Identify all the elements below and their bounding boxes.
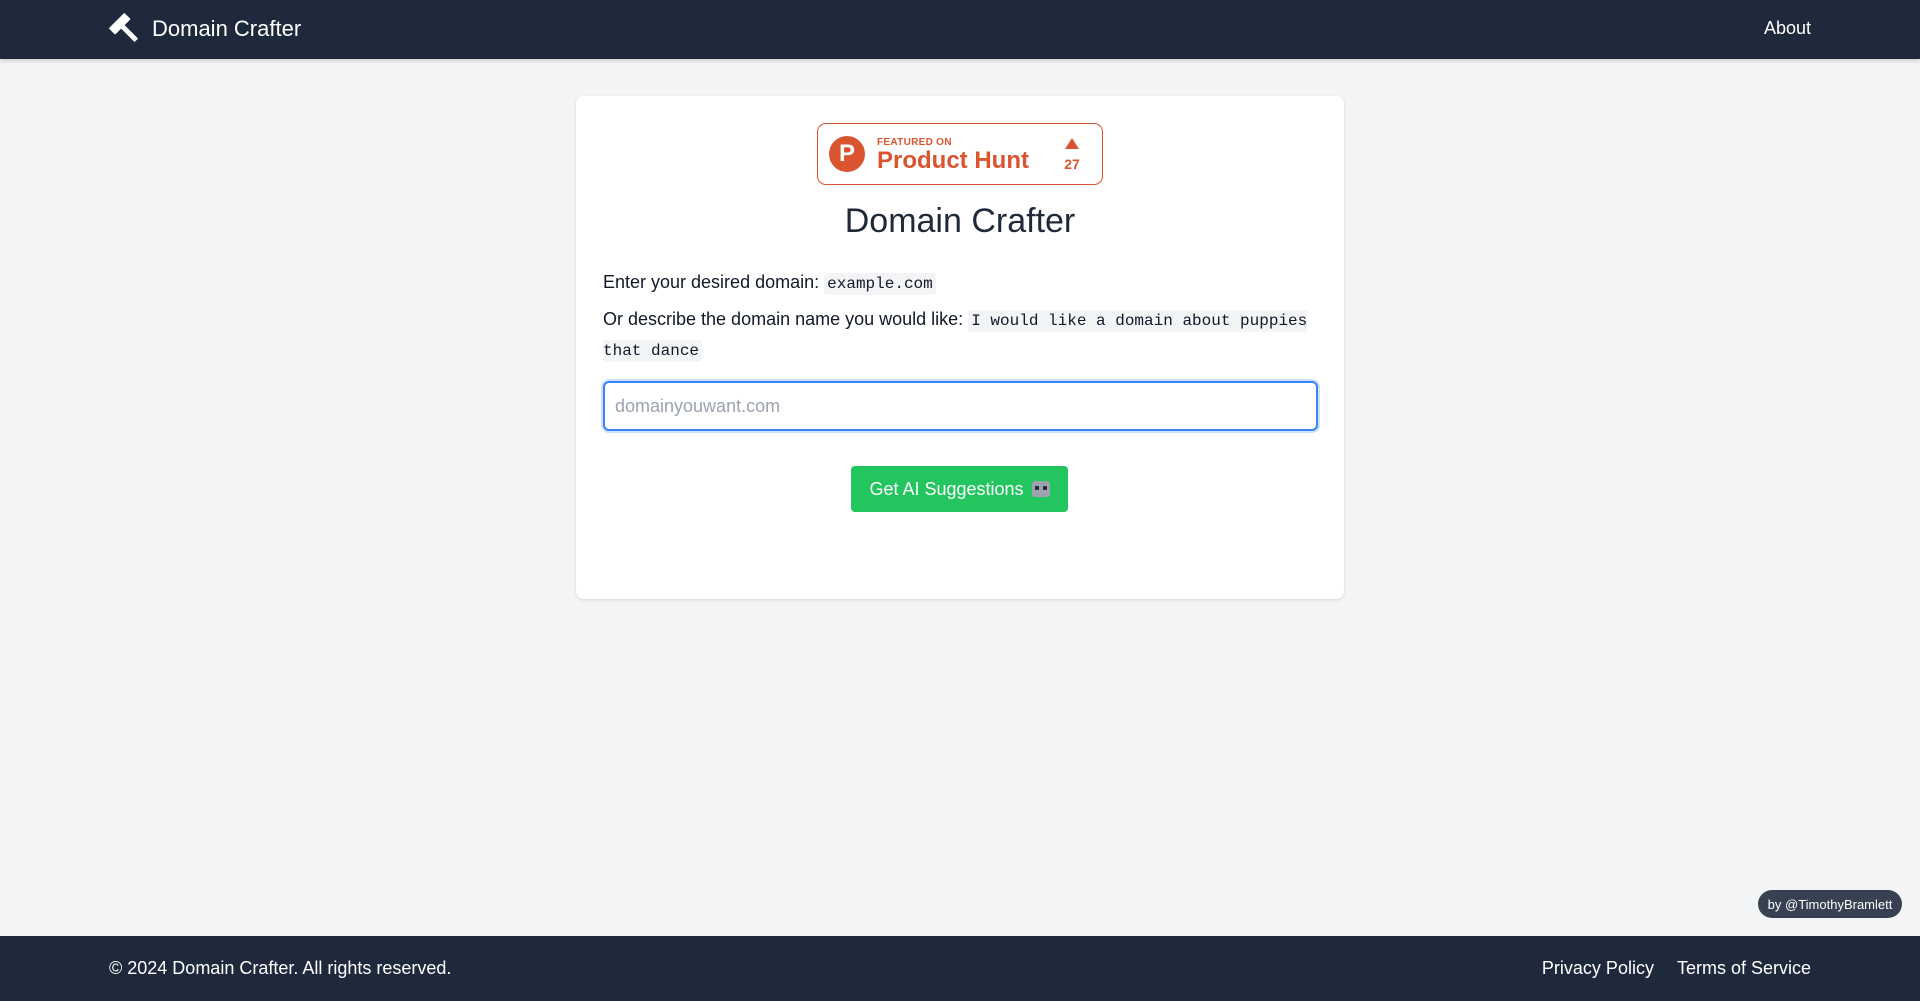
- product-hunt-name: Product Hunt: [877, 147, 1029, 174]
- product-hunt-upvote-count: 27: [1064, 156, 1080, 172]
- get-ai-suggestions-button[interactable]: Get AI Suggestions: [851, 466, 1068, 512]
- top-navbar: Domain Crafter About: [0, 0, 1920, 59]
- instruction-domain-text: Enter your desired domain:: [603, 272, 820, 292]
- hammer-icon: [109, 13, 138, 42]
- page-title: Domain Crafter: [844, 202, 1076, 240]
- nav-about-link[interactable]: About: [1764, 18, 1811, 39]
- author-credit-link[interactable]: by @TimothyBramlett: [1758, 890, 1902, 918]
- product-hunt-logo-icon: P: [829, 136, 865, 172]
- instruction-domain: Enter your desired domain: example.com: [603, 268, 936, 298]
- terms-of-service-link[interactable]: Terms of Service: [1677, 958, 1811, 979]
- footer-links: Privacy Policy Terms of Service: [1542, 958, 1811, 979]
- domain-input[interactable]: [603, 381, 1318, 431]
- instruction-describe: Or describe the domain name you would li…: [603, 305, 1323, 365]
- triangle-up-icon: [1065, 138, 1079, 149]
- footer-copyright: © 2024 Domain Crafter. All rights reserv…: [109, 958, 452, 978]
- brand-link[interactable]: Domain Crafter: [108, 13, 301, 45]
- robot-icon: [1031, 481, 1050, 497]
- footer: © 2024 Domain Crafter. All rights reserv…: [0, 936, 1920, 1001]
- product-hunt-badge[interactable]: P FEATURED ON Product Hunt 27: [817, 123, 1103, 185]
- main-card: P FEATURED ON Product Hunt 27 Domain Cra…: [576, 96, 1344, 599]
- instruction-describe-text: Or describe the domain name you would li…: [603, 309, 964, 329]
- example-domain-code: example.com: [824, 273, 936, 295]
- brand-name: Domain Crafter: [152, 16, 302, 41]
- privacy-policy-link[interactable]: Privacy Policy: [1542, 958, 1654, 979]
- get-ai-suggestions-label: Get AI Suggestions: [869, 478, 1024, 499]
